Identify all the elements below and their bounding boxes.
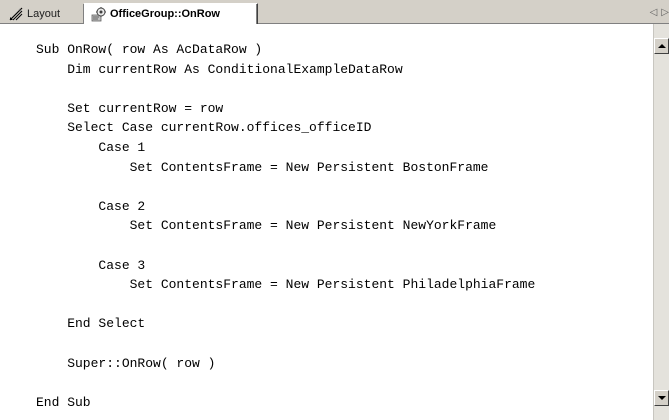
code-line: Sub OnRow( row As AcDataRow ) xyxy=(36,42,263,57)
scroll-down-button[interactable] xyxy=(654,390,669,406)
code-editor[interactable]: Sub OnRow( row As AcDataRow ) Dim curren… xyxy=(0,24,669,420)
arrow-down-icon xyxy=(658,396,666,400)
tab-officegroup-onrow[interactable]: OfficeGroup::OnRow xyxy=(84,3,258,24)
scroll-up-button[interactable] xyxy=(654,38,669,54)
tab-layout-label: Layout xyxy=(27,8,61,20)
code-line: Case 2 xyxy=(36,198,146,214)
code-text-area[interactable]: Sub OnRow( row As AcDataRow ) Dim curren… xyxy=(36,40,535,412)
layout-pencil-icon xyxy=(8,6,24,22)
arrow-up-icon xyxy=(658,44,666,48)
code-line: Set ContentsFrame = New Persistent NewYo… xyxy=(36,218,497,234)
tab-next-arrow[interactable]: ▷ xyxy=(661,7,669,18)
code-line: Set currentRow = row xyxy=(36,100,224,116)
tab-prev-arrow[interactable]: ◁ xyxy=(650,7,658,18)
method-gear-icon xyxy=(91,6,107,22)
code-line: Case 3 xyxy=(36,257,146,273)
code-line: Select Case currentRow.offices_officeID xyxy=(36,120,372,136)
tab-scroll-arrows: ◁ ▷ xyxy=(646,4,669,20)
code-line: Case 1 xyxy=(36,139,146,155)
editor-tab-bar: Layout OfficeGroup::OnRow ◁ ▷ xyxy=(0,0,669,24)
code-line: End Sub xyxy=(36,394,91,410)
vertical-scrollbar[interactable] xyxy=(653,24,669,420)
code-line: Dim currentRow As ConditionalExampleData… xyxy=(36,61,403,77)
code-line: End Select xyxy=(36,316,146,332)
code-line: Set ContentsFrame = New Persistent Phila… xyxy=(36,277,536,293)
code-line: Super::OnRow( row ) xyxy=(36,355,216,371)
code-line: Set ContentsFrame = New Persistent Bosto… xyxy=(36,159,489,175)
tab-layout[interactable]: Layout xyxy=(4,4,84,24)
tab-active-label: OfficeGroup::OnRow xyxy=(110,8,220,20)
